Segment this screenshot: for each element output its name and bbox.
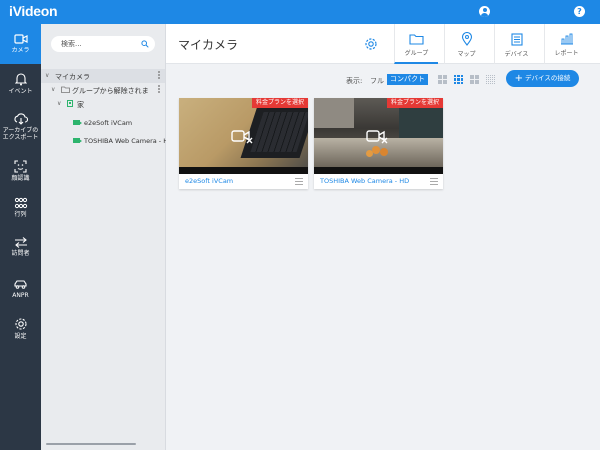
left-nav: カメラ イベント アーカイブの エクスポート 顔認識 行列 訪問者 ANPR 設… xyxy=(0,24,41,450)
help-icon[interactable]: ? xyxy=(574,6,585,17)
tree-item-my-cameras[interactable]: ∨ マイカメラ xyxy=(41,69,165,83)
nav-label-face-recognition: 顔認識 xyxy=(11,175,30,182)
grid-2x2-icon[interactable] xyxy=(438,75,447,84)
nav-label-cameras: カメラ xyxy=(11,47,30,54)
tab-label-device: デバイス xyxy=(504,51,529,58)
nav-label-queue: 行列 xyxy=(14,211,27,218)
folder-icon xyxy=(61,86,70,93)
card-menu-icon[interactable] xyxy=(295,178,303,185)
main-content: マイカメラ グループ マップ デバイス レポート 表示: フル コンパクト + デ… xyxy=(166,24,600,450)
nav-label-anpr: ANPR xyxy=(12,292,29,299)
nav-item-visitors[interactable]: 訪問者 xyxy=(0,236,41,276)
kebab-menu-icon[interactable] xyxy=(158,71,161,81)
camera-off-icon xyxy=(366,130,388,144)
tree-item-camera-1[interactable]: e2eSoft iVCam xyxy=(41,116,165,130)
select-plan-badge[interactable]: 料金プランを選択 xyxy=(386,98,443,108)
tree-item-home[interactable]: ∨ 家 xyxy=(41,97,165,111)
tree-label-ungrouped: グループから解除されま xyxy=(72,87,149,95)
view-full-option[interactable]: フル xyxy=(370,76,384,86)
camera-name-2[interactable]: TOSHIBA Web Camera - HD xyxy=(320,177,409,185)
face-scan-icon xyxy=(14,160,27,173)
tab-label-map: マップ xyxy=(457,51,476,58)
tab-group[interactable]: グループ xyxy=(394,24,438,64)
device-icon xyxy=(510,33,523,46)
video-camera-icon xyxy=(13,34,28,44)
search-input[interactable]: 検索... xyxy=(51,36,155,52)
camera-preview-2[interactable]: 料金プランを選択 xyxy=(314,98,443,174)
tab-label-group: グループ xyxy=(404,50,429,57)
location-icon xyxy=(67,100,73,107)
camera-tree-panel: 検索... ∨ マイカメラ ∨ グループから解除されま ∨ 家 e2eSoft … xyxy=(41,24,173,450)
tree-label-camera-2: TOSHIBA Web Camera - HD xyxy=(84,137,174,145)
chevron-down-icon[interactable]: ∨ xyxy=(51,86,55,93)
camera-online-icon xyxy=(73,120,82,125)
preview-bottom-bar xyxy=(314,167,443,174)
tab-report[interactable]: レポート xyxy=(544,24,588,64)
camera-name-1[interactable]: e2eSoft iVCam xyxy=(185,177,233,185)
camera-online-icon xyxy=(73,138,82,143)
tree-item-ungrouped[interactable]: ∨ グループから解除されま xyxy=(41,83,165,97)
card-menu-icon[interactable] xyxy=(430,178,438,185)
nav-label-events: イベント xyxy=(8,88,33,95)
fruit-shape xyxy=(366,150,373,157)
camera-card-2[interactable]: 料金プランを選択 TOSHIBA Web Camera - HD xyxy=(314,98,443,189)
grid-3x3-icon[interactable] xyxy=(454,75,463,84)
preview-bottom-bar xyxy=(179,167,308,174)
display-label: 表示: xyxy=(346,77,363,85)
grid-4x4-icon[interactable] xyxy=(470,75,479,84)
plus-icon: + xyxy=(514,73,524,84)
fruit-shape xyxy=(380,148,388,156)
nav-item-settings[interactable]: 設定 xyxy=(0,316,41,356)
fruit-shape xyxy=(372,146,380,154)
nav-item-events[interactable]: イベント xyxy=(0,70,41,110)
tree-label-home: 家 xyxy=(77,101,84,109)
folder-icon xyxy=(409,34,424,45)
add-device-button[interactable]: + デバイスの接続 xyxy=(506,70,579,87)
camera-preview-1[interactable]: 料金プランを選択 xyxy=(179,98,308,174)
user-icon[interactable] xyxy=(479,6,490,17)
nav-item-face-recognition[interactable]: 顔認識 xyxy=(0,156,41,196)
camera-off-icon xyxy=(231,130,253,144)
nav-label-visitors: 訪問者 xyxy=(11,250,30,257)
page-title: マイカメラ xyxy=(178,38,239,52)
grid-5x5-icon[interactable] xyxy=(486,75,495,84)
car-icon xyxy=(14,280,27,289)
tree-label-my-cameras: マイカメラ xyxy=(55,73,90,81)
app-logo[interactable]: iVideon xyxy=(9,3,58,19)
tab-map[interactable]: マップ xyxy=(444,24,488,64)
nav-label-settings: 設定 xyxy=(14,333,27,340)
nav-item-anpr[interactable]: ANPR xyxy=(0,278,41,318)
report-icon xyxy=(560,33,573,45)
bell-icon xyxy=(14,73,27,86)
chevron-down-icon[interactable]: ∨ xyxy=(45,72,49,79)
search-placeholder: 検索... xyxy=(61,40,82,48)
gear-icon xyxy=(14,318,27,330)
view-toolbar: 表示: フル コンパクト + デバイスの接続 xyxy=(166,69,600,89)
horizontal-scrollbar[interactable] xyxy=(46,443,136,445)
tree-label-camera-1: e2eSoft iVCam xyxy=(84,119,133,127)
settings-gear-icon[interactable] xyxy=(364,37,378,51)
nav-item-queue[interactable]: 行列 xyxy=(0,196,41,236)
tab-label-report: レポート xyxy=(554,50,579,57)
nav-item-archive-export[interactable]: アーカイブの エクスポート xyxy=(0,110,41,154)
window-shape xyxy=(314,98,354,128)
map-pin-icon xyxy=(461,32,472,46)
main-header: マイカメラ グループ マップ デバイス レポート xyxy=(166,24,600,64)
select-plan-badge[interactable]: 料金プランを選択 xyxy=(251,98,308,108)
kebab-menu-icon[interactable] xyxy=(158,85,161,95)
tab-device[interactable]: デバイス xyxy=(494,24,538,64)
nav-label-archive-export: アーカイブの エクスポート xyxy=(2,127,39,141)
top-bar: iVideon ? xyxy=(0,0,600,24)
view-compact-option[interactable]: コンパクト xyxy=(387,74,428,85)
people-queue-icon xyxy=(14,197,27,209)
search-icon[interactable] xyxy=(141,40,149,48)
nav-item-cameras[interactable]: カメラ xyxy=(0,24,41,64)
chevron-down-icon[interactable]: ∨ xyxy=(57,100,61,107)
swap-arrows-icon xyxy=(14,237,27,248)
cloud-download-icon xyxy=(13,113,28,125)
add-device-label: デバイスの接続 xyxy=(525,74,571,82)
tree-item-camera-2[interactable]: TOSHIBA Web Camera - HD xyxy=(41,134,173,148)
camera-card-1[interactable]: 料金プランを選択 e2eSoft iVCam xyxy=(179,98,308,189)
